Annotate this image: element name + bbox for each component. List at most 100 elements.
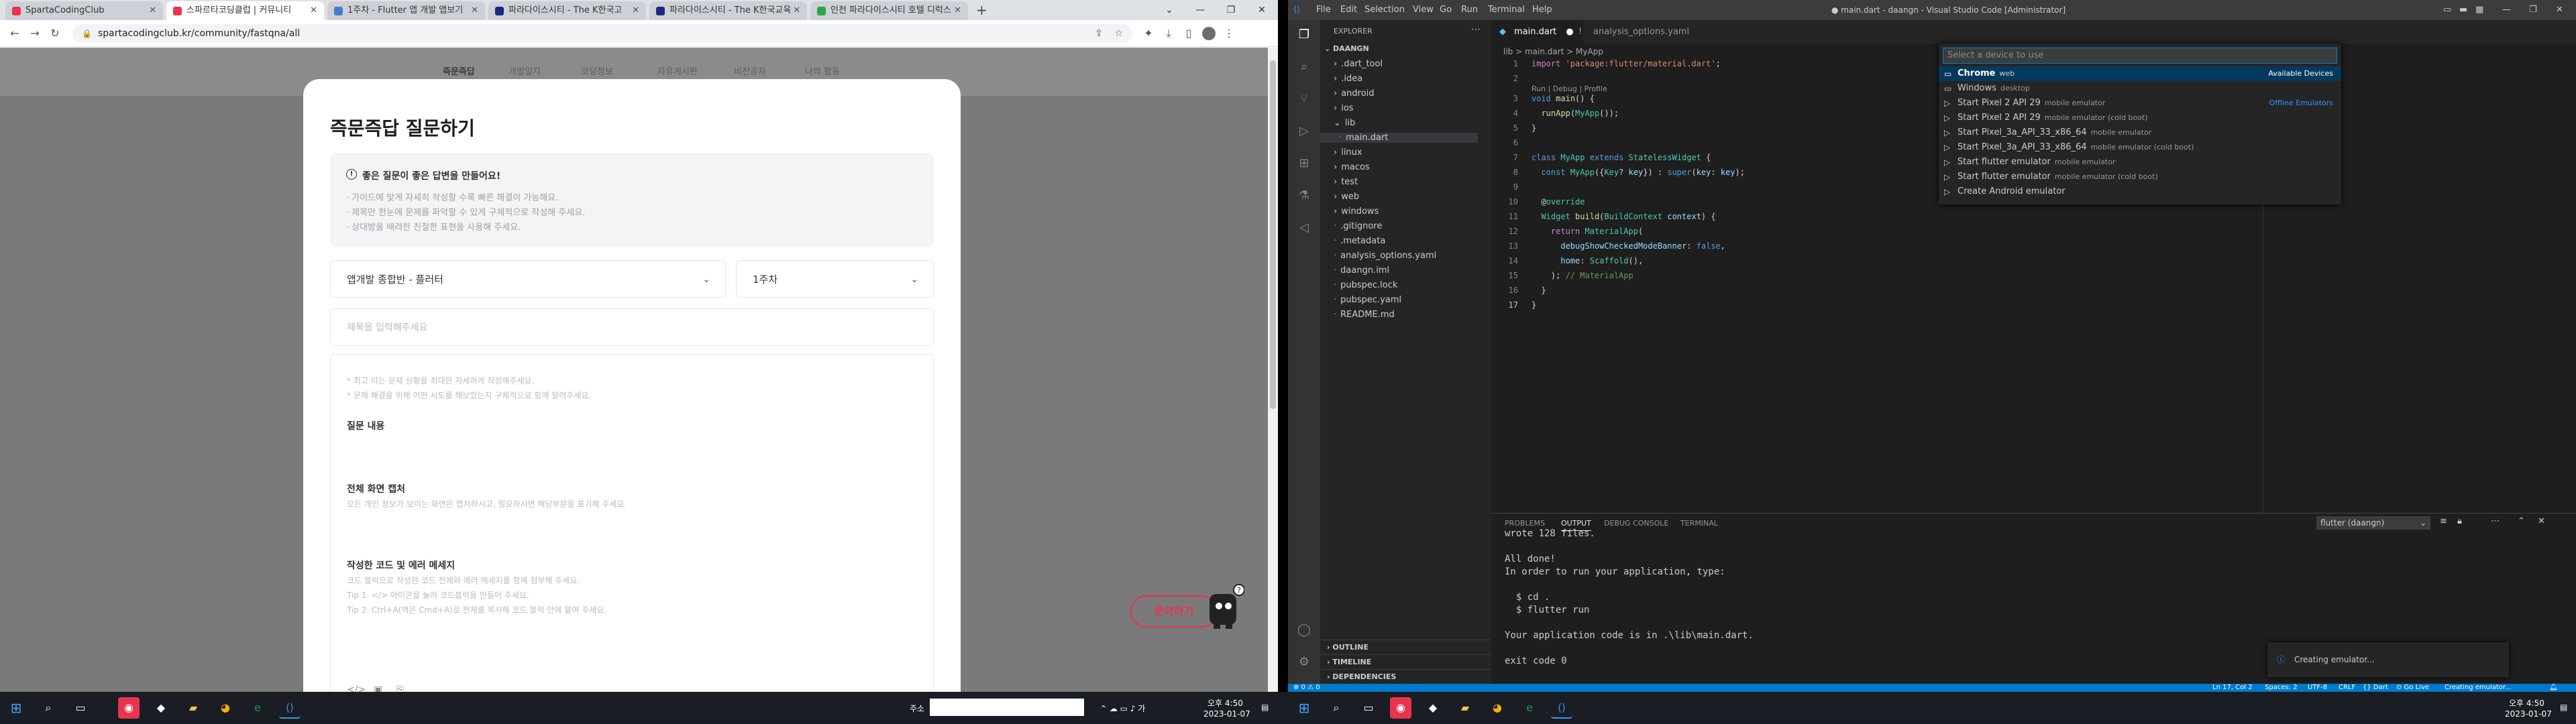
menu-help[interactable]: Help — [1532, 0, 1552, 20]
device-option[interactable]: ▷ Start Pixel 2 API 29 mobile emulator Offl… — [1939, 96, 2341, 111]
layout-panel-icon[interactable]: ▬ — [2459, 0, 2467, 20]
chrome-icon[interactable]: ◕ — [215, 697, 236, 719]
tree-file[interactable]: · pubspec.yaml — [1334, 295, 1401, 305]
quick-pick-input[interactable]: Select a device to use — [1943, 48, 2337, 64]
status-eol[interactable]: CRLF — [2339, 684, 2355, 692]
file-explorer-icon[interactable]: ▰ — [1454, 697, 1476, 719]
minimize-icon[interactable]: — — [1185, 0, 1216, 20]
clock-time[interactable]: 오후 4:50 — [2509, 697, 2544, 709]
layout-custom-icon[interactable]: ▦ — [2475, 0, 2483, 20]
output-channel-select[interactable]: flutter (daangn) ⌄ — [2316, 516, 2430, 530]
device-option[interactable]: ▭ Windows desktop — [1939, 81, 2341, 96]
browser-tab[interactable]: 1주차 - Flutter 앱 개발 앱보기 ✕ — [327, 1, 485, 20]
status-cursor[interactable]: Ln 17, Col 2 — [2212, 684, 2253, 692]
device-option[interactable]: ▷ Start Pixel 2 API 29 mobile emulator (co… — [1939, 111, 2341, 125]
device-option[interactable]: ▭ Chrome web Available Devices — [1939, 66, 2341, 81]
close-tab-icon[interactable]: ✕ — [471, 1, 478, 20]
notification-icon[interactable]: ▤ — [1261, 703, 1269, 712]
menu-terminal[interactable]: Terminal — [1488, 0, 1525, 20]
device-option[interactable]: ▷ Start Pixel_3a_API_33_x86_64 mobile emul… — [1939, 140, 2341, 155]
lock-scroll-icon[interactable]: 🔒︎ — [2457, 516, 2462, 526]
more-menu-icon[interactable]: ⋮ — [1221, 25, 1237, 42]
page-scrollbar-thumb[interactable] — [1270, 60, 1276, 409]
tree-file[interactable]: · .gitignore — [1334, 221, 1382, 231]
nav-nonmajor[interactable]: 비전공자 — [734, 64, 766, 77]
edge-icon[interactable]: e — [1519, 697, 1540, 719]
download-icon[interactable]: ⤓ — [1161, 25, 1177, 42]
search-icon[interactable]: ⌕ — [38, 697, 59, 719]
sidepanel-icon[interactable]: ▯ — [1181, 25, 1197, 42]
flutter-icon[interactable]: ◁ — [1296, 220, 1312, 236]
windows-start-icon[interactable]: ⊞ — [1293, 697, 1315, 719]
vscode-taskbar-icon[interactable]: ⟨⟩ — [279, 697, 301, 719]
panel-tab-problems[interactable]: PROBLEMS — [1505, 519, 1545, 528]
tree-folder[interactable]: ⌄ lib — [1334, 118, 1355, 128]
status-language[interactable]: {} Dart — [2363, 684, 2388, 692]
chrome-icon[interactable]: ◕ — [1487, 697, 1508, 719]
status-problems[interactable]: ⊗ 0 ⚠ 0 — [1293, 684, 1320, 692]
browser-tab[interactable]: 인천 파라다이스시티 호텔 디럭스 ✕ — [810, 1, 968, 20]
tree-folder[interactable]: › .idea — [1334, 74, 1362, 84]
clock-time[interactable]: 오후 4:50 — [1208, 697, 1243, 709]
explorer-icon[interactable]: ❐ — [1296, 27, 1312, 43]
close-tab-icon[interactable]: ✕ — [954, 1, 961, 20]
status-go-live[interactable]: ⊙ Go Live — [2396, 684, 2429, 692]
windows-start-icon[interactable]: ⊞ — [5, 697, 27, 719]
app-icon[interactable]: ◉ — [118, 697, 140, 719]
notification-bell-icon[interactable]: 🔔︎ — [2549, 684, 2558, 692]
status-indent[interactable]: Spaces: 2 — [2265, 684, 2298, 692]
tree-folder[interactable]: › android — [1334, 88, 1375, 99]
menu-go[interactable]: Go — [1440, 0, 1452, 20]
notification-icon[interactable]: ▤ — [2560, 703, 2567, 712]
close-window-icon[interactable]: ✕ — [1246, 0, 1277, 20]
tree-file[interactable]: · README.md — [1334, 310, 1395, 320]
project-root[interactable]: ⌄ DAANGN — [1324, 44, 1369, 53]
profile-avatar-icon[interactable] — [1201, 25, 1217, 42]
minimize-icon[interactable]: — — [2502, 0, 2511, 20]
clock-date[interactable]: 2023-01-07 — [1203, 709, 1250, 719]
close-tab-icon[interactable]: ✕ — [793, 1, 800, 20]
edge-icon[interactable]: e — [247, 697, 268, 719]
search-icon[interactable]: ⌕ — [1326, 697, 1347, 719]
forward-icon[interactable]: → — [27, 25, 43, 42]
nav-my-activity[interactable]: 나의 활동 — [805, 64, 840, 77]
extensions-icon[interactable]: ✦ — [1140, 25, 1157, 42]
menu-selection[interactable]: Selection — [1364, 0, 1405, 20]
task-view-icon[interactable]: ▭ — [1358, 697, 1379, 719]
tab-main-dart[interactable]: ◆ main.dart ● — [1491, 20, 1583, 44]
menu-edit[interactable]: Edit — [1340, 0, 1357, 20]
close-panel-icon[interactable]: ✕ — [2538, 516, 2545, 526]
maximize-panel-icon[interactable]: ⌃ — [2518, 516, 2525, 526]
vscode-taskbar-icon[interactable]: ⟨⟩ — [1551, 697, 1572, 719]
browser-tab[interactable]: 파라다이스시티 - The K한국교육 ✕ — [649, 1, 807, 20]
task-view-icon[interactable]: ▭ — [70, 697, 91, 719]
menu-run[interactable]: Run — [1461, 0, 1478, 20]
panel-tab-terminal[interactable]: TERMINAL — [1680, 519, 1718, 528]
clear-output-icon[interactable]: ≡ — [2440, 516, 2447, 526]
course-select[interactable]: 앱개발 종합반 - 플러터 ⌄ — [330, 260, 726, 298]
tree-folder[interactable]: › .dart_tool — [1334, 59, 1383, 69]
share-icon[interactable]: ⇪ — [1095, 24, 1103, 43]
outline-section[interactable]: › OUTLINE — [1320, 640, 1491, 654]
tab-analysis-options[interactable]: ! analysis_options.yaml — [1570, 20, 1699, 44]
question-editor[interactable]: * 최고 이는 문제 상황을 최대한 자세하게 작성해주세요. * 문제 해결을… — [330, 354, 934, 703]
file-explorer-icon[interactable]: ▰ — [182, 697, 204, 719]
search-icon[interactable]: ⌕ — [1296, 59, 1312, 75]
app-icon[interactable]: ◆ — [150, 697, 172, 719]
tree-folder[interactable]: › macos — [1334, 162, 1370, 172]
panel-tab-debug-console[interactable]: DEBUG CONSOLE — [1604, 519, 1668, 528]
run-debug-icon[interactable]: ▷ — [1296, 123, 1312, 139]
week-select[interactable]: 1주차 ⌄ — [736, 260, 934, 298]
nav-fastqna[interactable]: 즉문즉답 — [443, 64, 475, 77]
source-control-icon[interactable]: ⑂ — [1296, 91, 1312, 107]
browser-tab[interactable]: SpartaCodingClub ✕ — [5, 1, 163, 20]
address-toolbar-input[interactable] — [930, 699, 1084, 716]
tray-icons[interactable]: ⌃ ☁ ▭ ♪ 가 — [1100, 703, 1145, 714]
tree-folder[interactable]: › windows — [1334, 206, 1379, 217]
notification-toast[interactable]: ⓘ Creating emulator... — [2267, 642, 2509, 677]
breadcrumb[interactable]: lib > main.dart > MyApp — [1503, 47, 1603, 56]
account-icon[interactable]: ◯ — [1296, 622, 1312, 638]
tree-file[interactable]: · pubspec.lock — [1334, 280, 1397, 290]
tree-folder[interactable]: › test — [1334, 177, 1358, 187]
close-tab-icon[interactable]: ✕ — [632, 1, 639, 20]
